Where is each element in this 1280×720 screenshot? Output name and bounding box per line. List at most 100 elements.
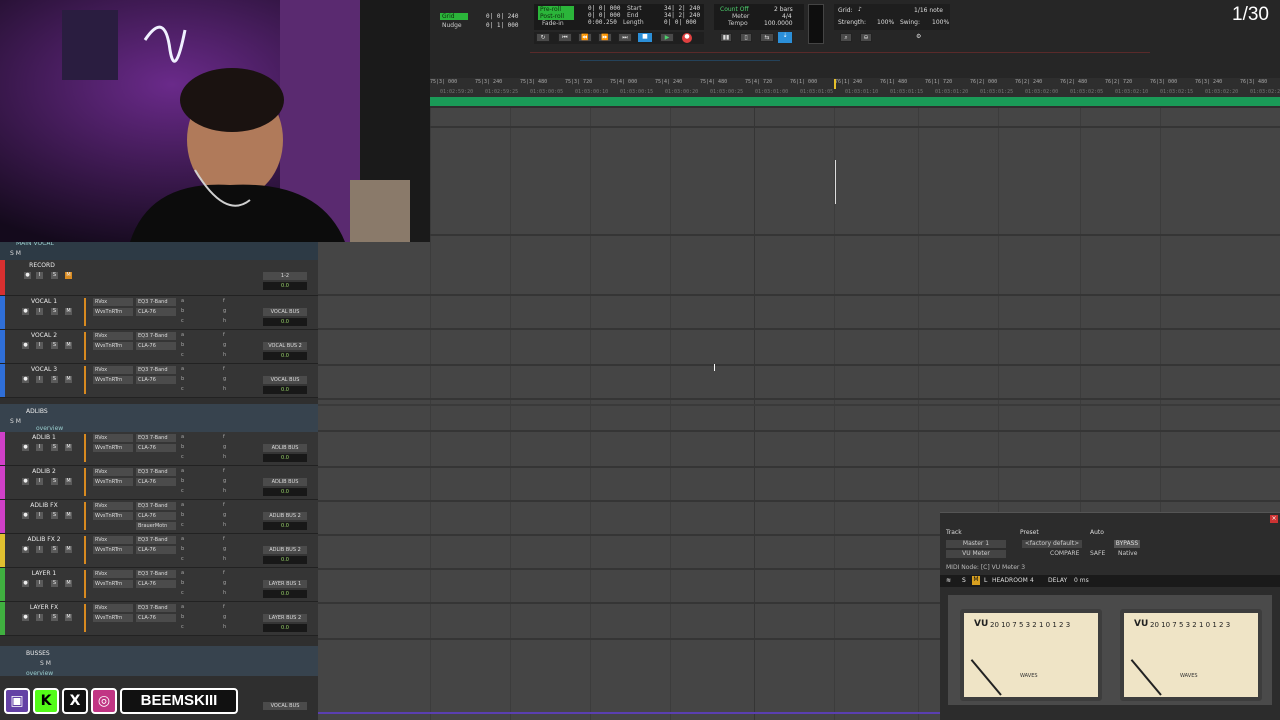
track-output[interactable]: ADLIB BUS 2: [263, 546, 307, 554]
insert-slot[interactable]: EQ3 7-Band: [136, 366, 176, 374]
track-name[interactable]: VOCAL 2: [14, 332, 74, 339]
solo-button[interactable]: S: [51, 614, 58, 621]
track-name[interactable]: LAYER 1: [14, 570, 74, 577]
close-icon[interactable]: ×: [1270, 515, 1278, 523]
insert-slot[interactable]: WvsTnRTrn: [93, 580, 133, 588]
insert-slot[interactable]: EQ3 7-Band: [136, 468, 176, 476]
insert-slot[interactable]: CLA-76: [136, 580, 176, 588]
track-volume[interactable]: 0.0: [263, 556, 307, 564]
loop-record-icon[interactable]: ⇆: [760, 33, 774, 42]
busses-sm-buttons[interactable]: S M: [40, 660, 51, 668]
insert-slot[interactable]: CLA-76: [136, 376, 176, 384]
insert-slot[interactable]: RVox: [93, 570, 133, 578]
insert-slot[interactable]: RVox: [93, 366, 133, 374]
track-name[interactable]: ADLIB FX 2: [14, 536, 74, 543]
input-monitor-button[interactable]: I: [36, 580, 43, 587]
insert-slot[interactable]: EQ3 7-Band: [136, 332, 176, 340]
track-name[interactable]: VOCAL 1: [14, 298, 74, 305]
track-name[interactable]: ADLIB 1: [14, 434, 74, 441]
solo-button[interactable]: S: [51, 308, 58, 315]
nudge-value[interactable]: 0| 1| 000: [486, 22, 519, 30]
insert-slot[interactable]: RVox: [93, 332, 133, 340]
zoom-icon[interactable]: ⌕: [840, 33, 852, 42]
insert-slot[interactable]: WvsTnRTrn: [93, 512, 133, 520]
zoom-out-icon[interactable]: ⊖: [860, 33, 872, 42]
insert-slot[interactable]: WvsTnRTrn: [93, 342, 133, 350]
record-icon[interactable]: ●: [682, 33, 692, 43]
insert-slot[interactable]: RVox: [93, 468, 133, 476]
insert-slot[interactable]: WvsTnRTrn: [93, 478, 133, 486]
play-icon[interactable]: ▶: [660, 33, 674, 42]
solo-button[interactable]: S: [51, 444, 58, 451]
solo-button[interactable]: S: [51, 580, 58, 587]
return-to-zero-icon[interactable]: ⏮: [558, 33, 572, 42]
grid-button[interactable]: Grid: [440, 13, 468, 20]
folder-adlibs[interactable]: ADLIBS: [26, 408, 48, 416]
track-output[interactable]: ADLIB BUS: [263, 478, 307, 486]
go-to-end-icon[interactable]: ⏭: [618, 33, 632, 42]
input-monitor-button[interactable]: I: [36, 512, 43, 519]
insert-slot[interactable]: EQ3 7-Band: [136, 536, 176, 544]
native-button[interactable]: Native: [1118, 550, 1137, 558]
track-name[interactable]: ADLIB 2: [14, 468, 74, 475]
insert-slot[interactable]: RVox: [93, 604, 133, 612]
track-row[interactable]: LAYER 1 ● I S M RVox WvsTnRTrn EQ3 7-Band CLA-76…: [0, 568, 318, 602]
track-volume[interactable]: 0.0: [263, 624, 307, 632]
mute-button[interactable]: M: [65, 478, 72, 485]
mute-button[interactable]: M: [65, 546, 72, 553]
mute-button[interactable]: M: [65, 614, 72, 621]
track-output[interactable]: ADLIB BUS 2: [263, 512, 307, 520]
track-volume[interactable]: 0.0: [263, 590, 307, 598]
record-arm-button[interactable]: ●: [22, 376, 29, 383]
track-volume[interactable]: 0.0: [263, 352, 307, 360]
solo-button[interactable]: S: [51, 376, 58, 383]
folder-sm-buttons[interactable]: S M: [10, 250, 21, 258]
record-track-output[interactable]: 1-2: [263, 272, 307, 280]
mute-button[interactable]: M: [65, 444, 72, 451]
solo-toggle[interactable]: S: [962, 577, 966, 585]
bypass-button[interactable]: BYPASS: [1114, 540, 1140, 548]
preroll-button[interactable]: Pre-roll: [538, 6, 574, 13]
track-volume[interactable]: 0.0: [263, 318, 307, 326]
insert-slot[interactable]: EQ3 7-Band: [136, 502, 176, 510]
mute-button[interactable]: M: [65, 512, 72, 519]
insert-slot[interactable]: EQ3 7-Band: [136, 604, 176, 612]
folder-busses[interactable]: BUSSES: [26, 650, 50, 658]
input-monitor-button[interactable]: I: [36, 614, 43, 621]
track-row[interactable]: VOCAL 1 ● I S M RVox WvsTnRTrn EQ3 7-Band CLA-76…: [0, 296, 318, 330]
input-monitor-button[interactable]: I: [36, 342, 43, 349]
track-name[interactable]: LAYER FX: [14, 604, 74, 611]
fast-forward-icon[interactable]: ⏩: [598, 33, 612, 42]
wait-for-note-icon[interactable]: ▯: [740, 33, 752, 42]
midi-input-icon[interactable]: ⇣: [778, 32, 792, 43]
insert-slot[interactable]: EQ3 7-Band: [136, 570, 176, 578]
record-track[interactable]: RECORD ● I S M 1-2 0.0: [0, 260, 318, 296]
record-arm-button[interactable]: ●: [22, 580, 29, 587]
track-row[interactable]: VOCAL 2 ● I S M RVox WvsTnRTrn EQ3 7-Band CLA-76…: [0, 330, 318, 364]
record-arm-button[interactable]: ●: [22, 546, 29, 553]
plugin-selector[interactable]: VU Meter: [946, 550, 1006, 558]
input-monitor-button[interactable]: I: [36, 478, 43, 485]
track-volume[interactable]: 0.0: [263, 522, 307, 530]
grid2-value[interactable]: 1/16 note: [914, 7, 943, 15]
mute-button[interactable]: M: [65, 342, 72, 349]
mute-button[interactable]: M: [65, 308, 72, 315]
loop-icon[interactable]: ↻: [536, 33, 550, 42]
track-output[interactable]: VOCAL BUS: [263, 376, 307, 384]
record-track-name[interactable]: RECORD: [12, 262, 72, 269]
solo-button[interactable]: S: [51, 546, 58, 553]
input-monitor-button[interactable]: I: [36, 376, 43, 383]
insert-slot[interactable]: CLA-76: [136, 546, 176, 554]
record-arm-button[interactable]: ●: [22, 614, 29, 621]
stop-icon[interactable]: ■: [638, 33, 652, 42]
solo-button[interactable]: S: [51, 512, 58, 519]
tempo-value[interactable]: 100.0000: [764, 20, 793, 28]
track-row[interactable]: VOCAL 3 ● I S M RVox WvsTnRTrn EQ3 7-Band CLA-76…: [0, 364, 318, 398]
input-monitor-button[interactable]: I: [36, 308, 43, 315]
insert-slot[interactable]: WvsTnRTrn: [93, 614, 133, 622]
track-row[interactable]: ADLIB 1 ● I S M RVox WvsTnRTrn EQ3 7-Band CLA-76…: [0, 432, 318, 466]
insert-slot[interactable]: WvsTnRTrn: [93, 308, 133, 316]
mute-toggle[interactable]: M: [972, 576, 980, 585]
record-arm-button[interactable]: ●: [22, 308, 29, 315]
track-name[interactable]: ADLIB FX: [14, 502, 74, 509]
